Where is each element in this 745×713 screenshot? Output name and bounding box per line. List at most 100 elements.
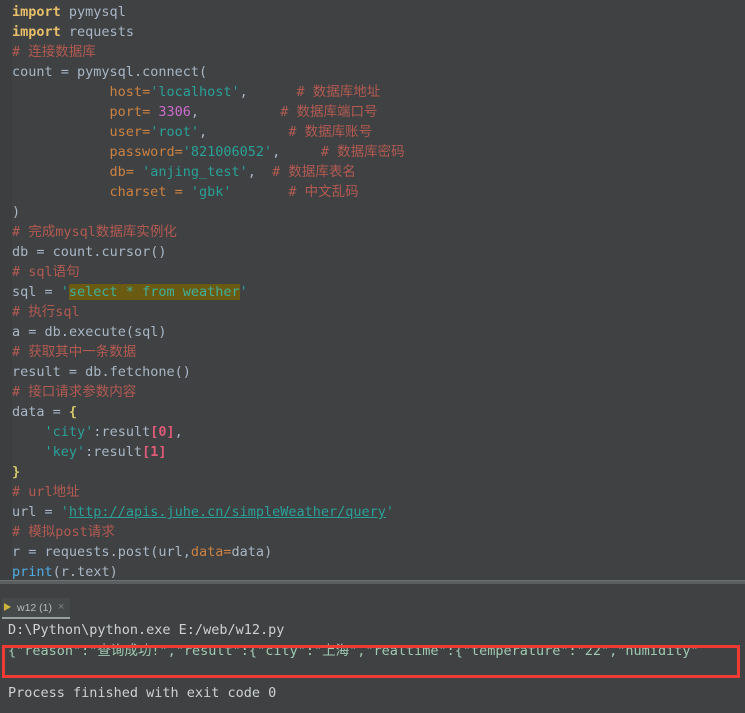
code-token: . bbox=[68, 564, 78, 580]
code-token: result bbox=[93, 444, 143, 460]
code-line[interactable]: # 接口请求参数内容 bbox=[12, 382, 745, 402]
code-line[interactable]: user='root', # 数据库账号 bbox=[12, 122, 745, 142]
console-line: {"reason":"查询成功!","result":{"city":"上海",… bbox=[8, 643, 699, 659]
code-line[interactable]: url = 'http://apis.juhe.cn/simpleWeather… bbox=[12, 502, 745, 522]
code-token: . bbox=[101, 364, 110, 380]
code-token: requests bbox=[68, 24, 134, 40]
code-token: ' bbox=[60, 504, 69, 520]
code-token: password bbox=[109, 144, 175, 160]
code-token: = bbox=[174, 144, 183, 160]
code-token: = bbox=[142, 104, 151, 120]
pycharm-window: import pymysql import requests # 连接数据库 coun… bbox=[0, 0, 745, 713]
code-token: charset bbox=[109, 184, 167, 200]
code-token: # 模拟post请求 bbox=[12, 524, 115, 540]
code-line[interactable]: a = db.execute(sql) bbox=[12, 322, 745, 342]
code-token: ' bbox=[239, 284, 248, 300]
code-token: sql bbox=[133, 324, 159, 340]
editor-gutter bbox=[0, 0, 12, 580]
code-line[interactable]: import pymysql bbox=[12, 2, 745, 22]
code-line[interactable]: # 模拟post请求 bbox=[12, 522, 745, 542]
code-token: , bbox=[247, 164, 256, 180]
code-token: = bbox=[36, 284, 61, 300]
code-token: = bbox=[44, 404, 69, 420]
code-token: ] bbox=[158, 444, 167, 460]
code-line[interactable]: # sql语句 bbox=[12, 262, 745, 282]
code-line[interactable]: print(r.text) bbox=[12, 562, 745, 580]
code-token: [ bbox=[142, 444, 151, 460]
code-token: count bbox=[12, 64, 53, 80]
code-token: , bbox=[190, 104, 199, 120]
code-line[interactable]: # 完成mysql数据库实例化 bbox=[12, 222, 745, 242]
code-token: a bbox=[12, 324, 21, 340]
code-token: data bbox=[190, 544, 224, 560]
code-token: import bbox=[12, 24, 61, 40]
code-line[interactable]: ) bbox=[12, 202, 745, 222]
console-line: D:\Python\python.exe E:/web/w12.py bbox=[8, 622, 285, 638]
code-token: ) bbox=[109, 564, 118, 580]
code-token[interactable]: http://apis.juhe.cn/simpleWeather/query bbox=[69, 504, 386, 520]
code-token: = bbox=[142, 84, 151, 100]
code-line[interactable]: count = pymysql.connect( bbox=[12, 62, 745, 82]
code-token: . bbox=[133, 64, 143, 80]
code-line[interactable]: sql = 'select * from weather' bbox=[12, 282, 745, 302]
code-token: , bbox=[239, 84, 248, 100]
code-line[interactable]: import requests bbox=[12, 22, 745, 42]
code-line[interactable]: password='821006052', # 数据库密码 bbox=[12, 142, 745, 162]
code-line[interactable]: charset = 'gbk' # 中文乱码 bbox=[12, 182, 745, 202]
code-token: # 数据库账号 bbox=[288, 124, 373, 140]
code-line[interactable]: host='localhost', # 数据库地址 bbox=[12, 82, 745, 102]
code-line[interactable]: 'key':result[1] bbox=[12, 442, 745, 462]
code-line[interactable]: db= 'anjing_test', # 数据库表名 bbox=[12, 162, 745, 182]
code-line[interactable]: data = { bbox=[12, 402, 745, 422]
code-line[interactable]: port= 3306, # 数据库端口号 bbox=[12, 102, 745, 122]
editor-code-area[interactable]: import pymysql import requests # 连接数据库 coun… bbox=[12, 0, 745, 580]
code-line[interactable]: r = requests.post(url,data=data) bbox=[12, 542, 745, 562]
code-line[interactable]: # 执行sql bbox=[12, 302, 745, 322]
code-token: 'key' bbox=[44, 444, 86, 460]
close-icon[interactable]: × bbox=[56, 602, 64, 613]
code-line[interactable]: 'city':result[0], bbox=[12, 422, 745, 442]
code-token: text bbox=[77, 564, 110, 580]
run-triangle-icon bbox=[4, 603, 13, 612]
code-token: fetchone bbox=[109, 364, 175, 380]
code-token: = bbox=[20, 324, 45, 340]
code-token: ] bbox=[166, 424, 175, 440]
run-console-panel: w12 (1) × D:\Python\python.exe E:/web/w1… bbox=[0, 584, 745, 713]
code-token: count bbox=[52, 244, 94, 260]
code-token: = bbox=[20, 544, 45, 560]
code-token: , bbox=[182, 544, 191, 560]
code-token: r bbox=[12, 544, 21, 560]
console-output[interactable]: D:\Python\python.exe E:/web/w12.py {"reas… bbox=[8, 620, 745, 704]
code-token: result bbox=[101, 424, 151, 440]
code-token: print bbox=[12, 564, 53, 580]
code-token: data bbox=[231, 544, 265, 560]
code-token: = bbox=[166, 184, 191, 200]
code-token: url bbox=[158, 544, 183, 560]
code-token: # 完成mysql数据库实例化 bbox=[12, 224, 177, 240]
code-token: ( bbox=[198, 64, 208, 80]
code-token: import bbox=[12, 4, 61, 20]
code-token: ( bbox=[52, 564, 61, 580]
code-line[interactable]: # 获取其中一条数据 bbox=[12, 342, 745, 362]
code-token: pymysql bbox=[77, 64, 134, 80]
code-line[interactable]: result = db.fetchone() bbox=[12, 362, 745, 382]
code-line[interactable]: db = count.cursor() bbox=[12, 242, 745, 262]
console-tab-w12[interactable]: w12 (1) × bbox=[2, 598, 71, 619]
code-line[interactable]: } bbox=[12, 462, 745, 482]
code-line[interactable]: # url地址 bbox=[12, 482, 745, 502]
code-line[interactable]: # 连接数据库 bbox=[12, 42, 745, 62]
code-token: # 连接数据库 bbox=[12, 44, 96, 60]
code-token: = bbox=[60, 364, 86, 380]
code-token: 'city' bbox=[44, 424, 94, 440]
code-token: 3306 bbox=[158, 104, 191, 120]
code-editor[interactable]: import pymysql import requests # 连接数据库 coun… bbox=[0, 0, 745, 580]
